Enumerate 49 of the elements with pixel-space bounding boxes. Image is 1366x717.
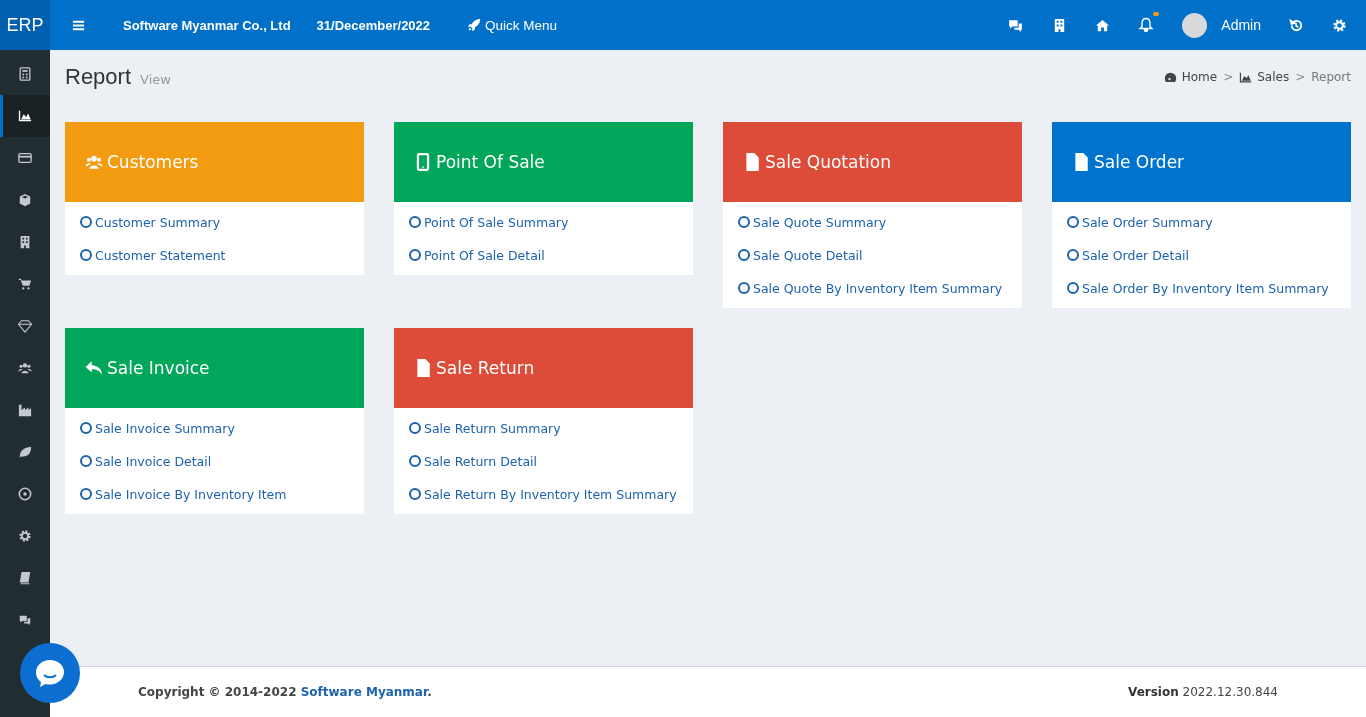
breadcrumb-link[interactable]: Sales (1239, 70, 1290, 84)
gear-icon (18, 529, 32, 543)
users-icon (85, 153, 103, 171)
home-icon (1095, 17, 1111, 33)
card-title: Customers (107, 152, 199, 172)
settings-icon (1332, 17, 1347, 33)
avatar-icon (1182, 12, 1208, 38)
file-icon (1072, 153, 1090, 171)
cube-icon (18, 193, 32, 207)
card-title: Sale Order (1094, 152, 1185, 172)
current-date: 31/December/2022 (316, 17, 431, 33)
users-icon (18, 361, 32, 375)
diamond-icon (18, 319, 32, 333)
chat-icon (18, 613, 32, 627)
card-icon (18, 151, 32, 165)
chart-icon (1239, 70, 1253, 84)
sidebar-item[interactable] (0, 95, 50, 137)
factory-icon (18, 403, 32, 417)
company-link[interactable]: Software Myanmar (300, 685, 428, 699)
quick-menu-button[interactable]: Quick Menu (456, 11, 569, 39)
file-icon (743, 153, 761, 171)
dashboard-icon (1163, 70, 1177, 84)
company-name: Software Myanmar Co., Ltd (123, 17, 291, 33)
user-menu-button[interactable]: Admin (1171, 6, 1272, 44)
calculator-icon (18, 67, 32, 81)
card-title: Point Of Sale (436, 152, 545, 172)
bell-icon (1138, 17, 1155, 33)
chart-icon (18, 109, 32, 123)
page-subtitle: View (140, 72, 171, 87)
copyright-text: Copyright © 2014-2022 Software Myanmar. (138, 685, 432, 699)
cart-icon (18, 277, 32, 291)
version-text: Version 2022.12.30.844 (1128, 685, 1278, 699)
leaf-icon (18, 445, 32, 459)
file-icon (414, 359, 432, 377)
breadcrumb-separator: > (1223, 70, 1234, 84)
card-title: Sale Return (436, 358, 535, 378)
book-icon (18, 571, 32, 585)
card-title: Sale Invoice (107, 358, 210, 378)
breadcrumb-current: Report (1311, 70, 1351, 84)
reply-arrow-icon (85, 359, 103, 377)
page-title: Report (65, 64, 132, 90)
rocket-icon (467, 18, 482, 32)
breadcrumb-link[interactable]: Home (1163, 70, 1218, 84)
history-icon (1289, 17, 1304, 33)
tablet-icon (414, 153, 432, 171)
app-logo[interactable]: ERP (0, 0, 50, 50)
building-icon (18, 235, 32, 249)
card-title: Sale Quotation (765, 152, 891, 172)
breadcrumb-separator: > (1295, 70, 1306, 84)
